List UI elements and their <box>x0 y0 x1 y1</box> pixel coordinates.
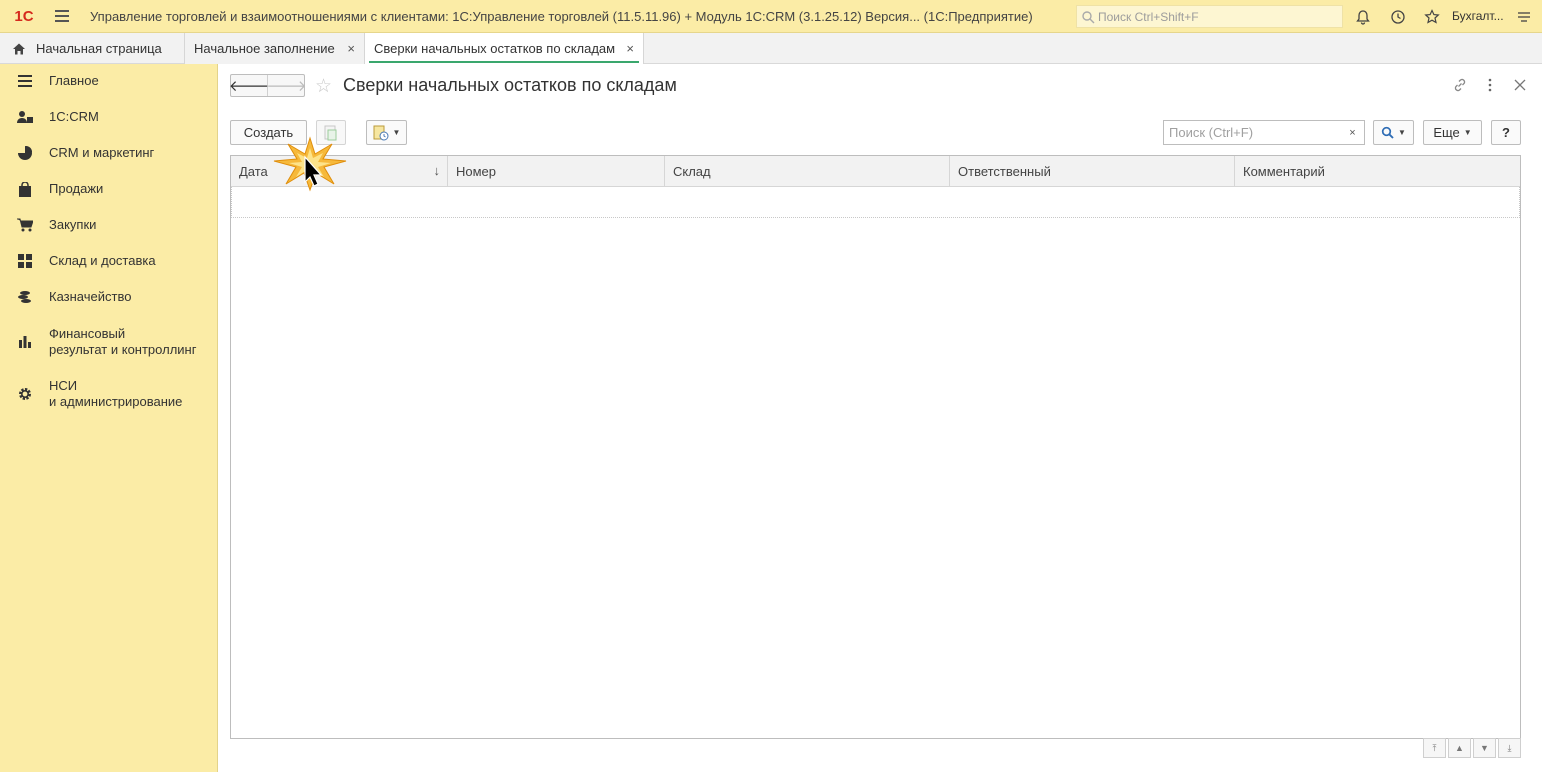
current-user[interactable]: Бухгалт... <box>1452 9 1504 23</box>
main-menu-icon[interactable] <box>48 0 76 33</box>
favorites-star-icon[interactable] <box>1421 6 1443 28</box>
help-button[interactable]: ? <box>1491 120 1521 145</box>
bell-icon[interactable] <box>1352 6 1374 28</box>
sidebar-item-label: Финансовый <box>49 326 126 341</box>
favorite-star-icon[interactable]: ☆ <box>315 75 332 98</box>
find-button[interactable]: ▼ <box>1373 120 1414 145</box>
close-icon[interactable]: × <box>620 41 634 56</box>
sidebar-item-label: Закупки <box>49 217 97 232</box>
menu-lines-icon <box>17 73 33 89</box>
sidebar-item-label-2: результат и контроллинг <box>49 342 197 357</box>
report-clock-icon <box>373 125 389 140</box>
sidebar-item-label: Склад и доставка <box>49 253 156 268</box>
form-area: 🡐 🡒 ☆ Сверки начальных остатков по склад… <box>218 64 1542 772</box>
global-search-placeholder: Поиск Ctrl+Shift+F <box>1098 9 1199 24</box>
tab-initial-filling[interactable]: Начальное заполнение × <box>185 33 365 64</box>
search-input[interactable]: Поиск (Ctrl+F) <box>1163 120 1342 145</box>
tab-warehouse-reconciliations[interactable]: Сверки начальных остатков по складам × <box>365 33 644 64</box>
sidebar-item-admin[interactable]: НСИ и администрирование <box>0 377 218 411</box>
pie-chart-icon <box>17 145 33 161</box>
chevron-down-icon: ▼ <box>1463 128 1472 137</box>
column-header-warehouse[interactable]: Склад <box>665 156 950 186</box>
reports-dropdown-button[interactable]: ▼ <box>366 120 407 145</box>
close-form-icon[interactable] <box>1511 76 1529 94</box>
sidebar-item-sales[interactable]: Продажи <box>0 181 218 197</box>
more-vertical-icon[interactable] <box>1481 76 1499 94</box>
sidebar-item-label-2: и администрирование <box>49 394 183 409</box>
column-label: Комментарий <box>1243 163 1325 179</box>
app-logo[interactable]: 1С <box>4 0 44 33</box>
sidebar-item-main[interactable]: Главное <box>0 73 218 89</box>
clear-search-button[interactable]: × <box>1341 120 1365 145</box>
tab-label: Сверки начальных остатков по складам <box>374 41 616 56</box>
table-row[interactable] <box>231 187 1520 218</box>
search-icon <box>1082 10 1095 23</box>
scroll-bottom-button[interactable]: ⤓ <box>1498 738 1521 758</box>
sections-panel: Главное 1С:CRM CRM и маркетинг Продажи З… <box>0 64 218 772</box>
column-header-responsible[interactable]: Ответственный <box>950 156 1235 186</box>
open-windows-tabs: Начальная страница Начальное заполнение … <box>0 33 1542 64</box>
cart-icon <box>17 217 33 233</box>
link-icon[interactable] <box>1451 76 1469 94</box>
column-label: Ответственный <box>958 163 1051 179</box>
more-actions-button[interactable]: Еще ▼ <box>1423 120 1482 145</box>
scroll-up-button[interactable]: ▲ <box>1448 738 1471 758</box>
chevron-down-icon: ▼ <box>1398 128 1406 137</box>
chevron-down-icon: ▼ <box>392 128 401 137</box>
global-search-input[interactable]: Поиск Ctrl+Shift+F <box>1076 5 1343 28</box>
column-header-number[interactable]: Номер <box>448 156 665 186</box>
history-icon[interactable] <box>1387 6 1409 28</box>
sidebar-item-label: НСИ <box>49 378 78 393</box>
list-scroll-controls: ⤒ ▲ ▼ ⤓ <box>1423 738 1521 758</box>
sidebar-item-crm[interactable]: 1С:CRM <box>0 109 218 125</box>
navigation-buttons: 🡐 🡒 <box>229 74 307 97</box>
grid-icon <box>17 253 33 269</box>
tab-label: Начальная страница <box>36 41 162 56</box>
documents-table[interactable]: Дата ↓ Номер Склад Ответственный Коммент… <box>230 155 1521 739</box>
column-label: Склад <box>673 163 711 179</box>
sidebar-item-treasury[interactable]: Казначейство <box>0 289 218 305</box>
app-title: Управление торговлей и взаимоотношениями… <box>90 8 1033 24</box>
scroll-down-button[interactable]: ▼ <box>1473 738 1496 758</box>
bar-chart-icon <box>17 334 33 350</box>
gear-icon <box>17 386 33 402</box>
home-icon <box>13 43 25 54</box>
column-header-comment[interactable]: Комментарий <box>1235 156 1520 186</box>
sidebar-item-label: Казначейство <box>49 289 132 304</box>
sort-descending-icon: ↓ <box>433 163 441 178</box>
coins-icon <box>17 289 33 305</box>
sidebar-item-label: Продажи <box>49 181 104 196</box>
sidebar-item-label: CRM и маркетинг <box>49 145 155 160</box>
search-placeholder: Поиск (Ctrl+F) <box>1169 125 1254 140</box>
table-header: Дата ↓ Номер Склад Ответственный Коммент… <box>231 156 1520 187</box>
back-button[interactable]: 🡐 <box>229 75 269 96</box>
page-title: Сверки начальных остатков по складам <box>343 75 677 95</box>
sidebar-item-financial-result[interactable]: Финансовый результат и контроллинг <box>0 325 218 359</box>
settings-menu-icon[interactable] <box>1513 6 1535 28</box>
click-highlight-icon <box>273 136 347 192</box>
bag-icon <box>17 181 33 197</box>
scroll-top-button[interactable]: ⤒ <box>1423 738 1446 758</box>
title-bar: 1С Управление торговлей и взаимоотношени… <box>0 0 1542 33</box>
users-icon <box>17 109 33 125</box>
tab-label: Начальное заполнение <box>194 41 335 56</box>
close-icon[interactable]: × <box>341 41 355 56</box>
tab-home[interactable]: Начальная страница <box>0 33 185 64</box>
column-label: Номер <box>456 163 497 179</box>
sidebar-item-label: Главное <box>49 73 99 88</box>
column-label: Дата <box>239 163 268 179</box>
more-label: Еще <box>1433 125 1460 140</box>
sidebar-item-label: 1С:CRM <box>49 109 99 124</box>
sidebar-item-warehouse[interactable]: Склад и доставка <box>0 253 218 269</box>
sidebar-item-crm-marketing[interactable]: CRM и маркетинг <box>0 145 218 161</box>
sidebar-item-purchases[interactable]: Закупки <box>0 217 218 233</box>
search-icon <box>1381 126 1394 139</box>
forward-button[interactable]: 🡒 <box>266 75 306 96</box>
